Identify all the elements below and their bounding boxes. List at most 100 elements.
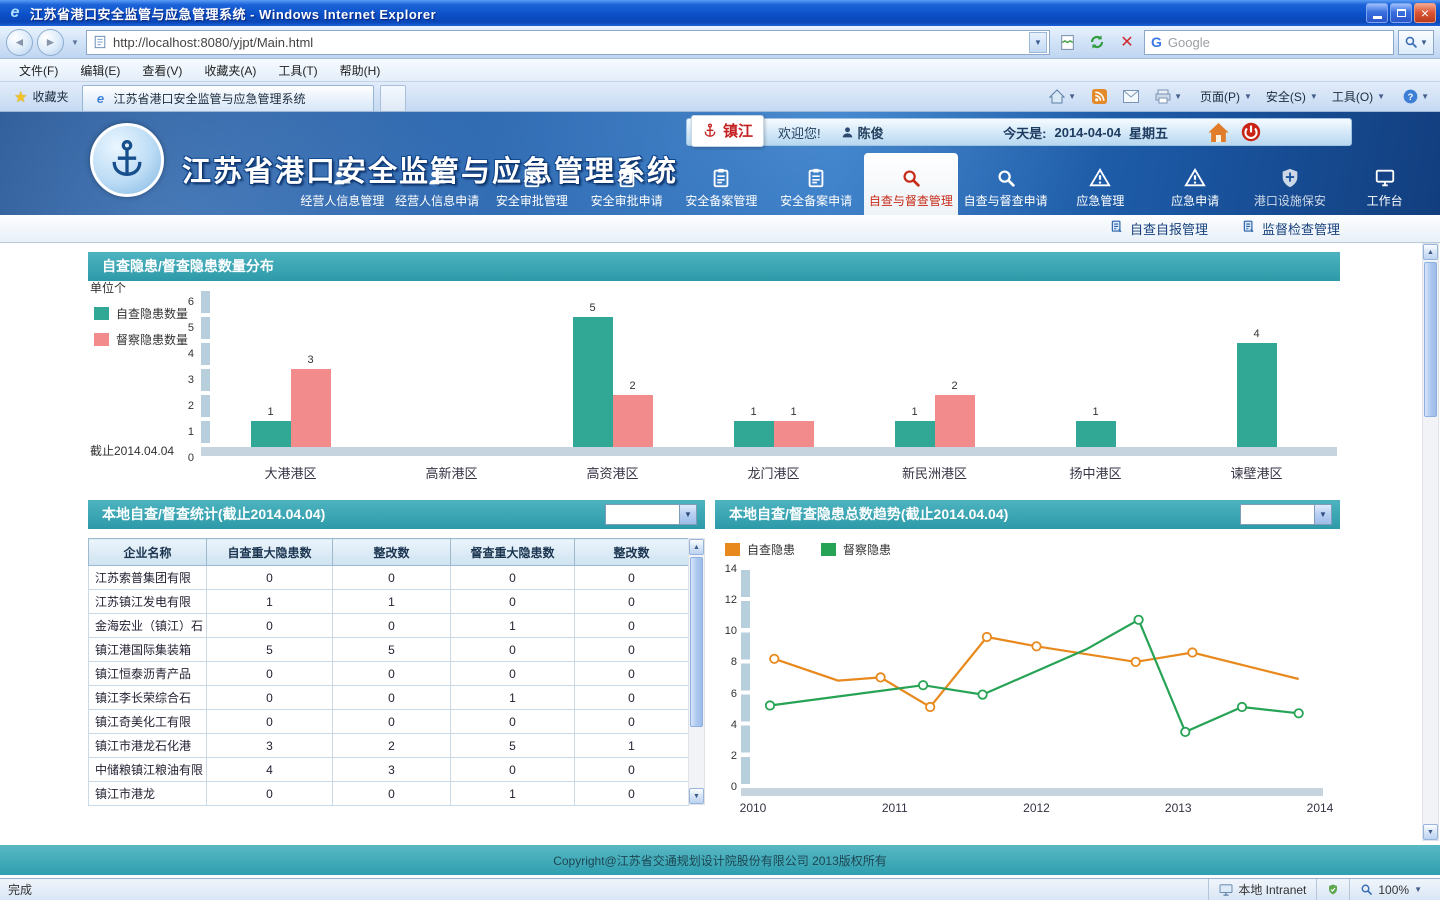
menubar-item[interactable]: 工具(T) [267,59,328,82]
toolbar-menu-button[interactable]: 页面(P)▼ [1193,86,1259,107]
toolbar-menus: 页面(P)▼安全(S)▼工具(O)▼ [1193,86,1392,107]
intranet-zone: 本地 Intranet [1208,879,1316,900]
table-row[interactable]: 镇江奇美化工有限0000 [89,710,689,734]
home-button[interactable]: ▼ [1044,87,1081,106]
nav-item-5[interactable]: 安全备案管理 [674,153,769,215]
city-anchor-icon [702,123,718,139]
table-row[interactable]: 金海宏业（镇江）石0010 [89,614,689,638]
menubar-item[interactable]: 帮助(H) [329,59,392,82]
table-row[interactable]: 镇江李长荣综合石0010 [89,686,689,710]
toolbar-menu-button[interactable]: 工具(O)▼ [1325,86,1392,107]
value-cell: 0 [333,566,451,590]
zone-label: 本地 Intranet [1238,881,1306,898]
feeds-button[interactable] [1087,87,1112,106]
help-button[interactable]: ?▼ [1398,87,1434,106]
bar-value-label: 1 [774,406,814,418]
compatibility-button[interactable] [1054,30,1080,55]
logout-button[interactable] [1241,122,1261,142]
nav-item-label: 自查与督查管理 [869,192,953,209]
rss-icon [1092,89,1107,104]
bar-group [371,291,532,447]
nav-item-4[interactable]: 安全审批申请 [579,153,674,215]
nav-item-11[interactable]: 港口设施保安 [1243,153,1338,215]
table-row[interactable]: 镇江市港龙0010 [89,782,689,806]
bar: 4 [1237,343,1277,447]
new-tab-stub[interactable] [380,85,406,111]
y-axis-unit-label: 单位个 [90,279,126,296]
history-dropdown[interactable]: ▼ [68,32,82,52]
value-cell: 4 [207,758,333,782]
nav-item-9[interactable]: 应急管理 [1053,153,1148,215]
table-row[interactable]: 江苏索普集团有限0000 [89,566,689,590]
favorites-button[interactable]: ★ 收藏夹 [6,85,76,109]
bar: 3 [291,369,331,447]
portal-home-icon[interactable] [1208,123,1229,142]
bar-value-label: 1 [251,406,291,418]
table-column-header: 督查重大隐患数 [451,539,575,566]
table-row[interactable]: 镇江恒泰沥青产品0000 [89,662,689,686]
menubar-item[interactable]: 查看(V) [131,59,193,82]
menubar-item[interactable]: 编辑(E) [69,59,131,82]
zoom-control[interactable]: 100% ▼ [1349,879,1432,900]
subnav-item[interactable]: 自查自报管理 [1110,219,1208,238]
value-cell: 0 [333,710,451,734]
forward-button[interactable]: ► [37,29,64,56]
scroll-down-button[interactable]: ▼ [689,788,704,804]
address-dropdown[interactable]: ▼ [1029,32,1047,53]
toolbar-menu-button[interactable]: 安全(S)▼ [1259,86,1325,107]
bar-chart-baseline [201,447,1337,456]
category-label: 高资港区 [532,463,693,482]
scroll-down-button[interactable]: ▼ [1423,824,1438,840]
page-scrollbar[interactable]: ▲ ▼ [1422,243,1439,841]
nav-item-2[interactable]: 经营人信息申请 [390,153,485,215]
nav-item-7[interactable]: 自查与督查管理 [864,153,959,215]
nav-item-label: 安全备案申请 [780,192,852,209]
close-button[interactable]: × [1414,3,1436,23]
toolbar-menu-label: 安全(S) [1266,88,1306,105]
value-cell: 0 [575,590,689,614]
value-cell: 0 [575,662,689,686]
nav-item-10[interactable]: 应急申请 [1148,153,1243,215]
menubar-item[interactable]: 文件(F) [8,59,69,82]
print-button[interactable]: ▼ [1150,87,1187,106]
statistics-filter-select[interactable]: ▼ [605,504,697,525]
mail-button[interactable] [1118,88,1144,105]
table-row[interactable]: 镇江市港龙石化港3251 [89,734,689,758]
trend-filter-select[interactable]: ▼ [1240,504,1332,525]
scrollbar-thumb[interactable] [1424,262,1437,417]
browser-tab[interactable]: e 江苏省港口安全监管与应急管理系统 [82,85,374,111]
back-button[interactable]: ◄ [6,29,33,56]
stop-button[interactable]: ✕ [1114,30,1140,55]
bar-chart-axis-line [201,291,210,447]
nav-item-6[interactable]: 安全备案申请 [769,153,864,215]
subnav-item[interactable]: 监督检查管理 [1242,219,1340,238]
value-cell: 0 [207,566,333,590]
table-scrollbar[interactable]: ▲ ▼ [688,538,705,805]
bars: 52 [573,317,653,447]
table-row[interactable]: 江苏镇江发电有限1100 [89,590,689,614]
address-field[interactable]: http://localhost:8080/yjpt/Main.html ▼ [86,30,1050,55]
value-cell: 1 [451,686,575,710]
statistics-table: 企业名称自查重大隐患数整改数督查重大隐患数整改数 江苏索普集团有限0000江苏镇… [88,538,689,806]
y-axis-tick-label: 2 [168,400,194,412]
minimize-button[interactable] [1366,3,1388,23]
scroll-up-button[interactable]: ▲ [1423,244,1438,260]
search-box[interactable]: G Google [1144,30,1394,55]
nav-item-1[interactable]: 经营人信息管理 [295,153,390,215]
category-label: 谏壁港区 [1176,463,1337,482]
scrollbar-thumb[interactable] [690,557,703,727]
nav-item-8[interactable]: 自查与督查申请 [958,153,1053,215]
table-row[interactable]: 中储粮镇江粮油有限4300 [89,758,689,782]
search-button[interactable]: ▼ [1398,30,1434,55]
nav-item-label: 安全审批申请 [591,192,663,209]
nav-item-12[interactable]: 工作台 [1337,153,1432,215]
table-row[interactable]: 镇江港国际集装箱5500 [89,638,689,662]
scroll-up-button[interactable]: ▲ [689,539,704,555]
maximize-button[interactable] [1390,3,1412,23]
weekday: 星期五 [1129,123,1168,142]
menubar-item[interactable]: 收藏夹(A) [193,59,267,82]
refresh-button[interactable] [1084,30,1110,55]
nav-item-3[interactable]: 安全审批管理 [485,153,580,215]
user-icon [841,126,854,139]
nav-item-label: 应急申请 [1171,192,1219,209]
